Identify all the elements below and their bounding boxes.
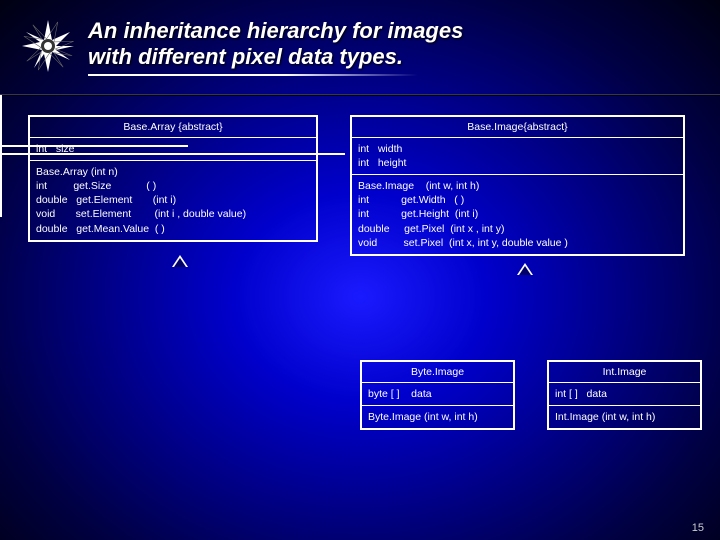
class-methods: Int.Image (int w, int h): [549, 406, 700, 428]
class-title: Int.Image: [549, 362, 700, 383]
class-title: Base.Image{abstract}: [352, 117, 683, 138]
class-box-intimage: Int.Image int [ ] data Int.Image (int w,…: [547, 360, 702, 430]
slide-title: An inheritance hierarchy for images with…: [88, 18, 700, 76]
title-underline: [88, 74, 418, 76]
class-box-baseimage: Base.Image{abstract} int width int heigh…: [350, 115, 685, 256]
class-methods: Byte.Image (int w, int h): [362, 406, 513, 428]
diagram-area: Base.Array {abstract} int size Base.Arra…: [0, 95, 720, 515]
title-line-1: An inheritance hierarchy for images: [88, 18, 700, 44]
title-line-2: with different pixel data types.: [88, 44, 700, 70]
page-number: 15: [692, 522, 704, 534]
starburst-icon: [20, 18, 76, 74]
class-methods: Base.Image (int w, int h) int get.Width …: [352, 175, 683, 254]
slide-header: An inheritance hierarchy for images with…: [0, 0, 720, 82]
inheritance-connector-subclasses-baseimage: [0, 95, 188, 217]
class-attributes: int width int height: [352, 138, 683, 175]
class-attributes: int [ ] data: [549, 383, 700, 406]
class-attributes: byte [ ] data: [362, 383, 513, 406]
class-box-byteimage: Byte.Image byte [ ] data Byte.Image (int…: [360, 360, 515, 430]
class-title: Byte.Image: [362, 362, 513, 383]
